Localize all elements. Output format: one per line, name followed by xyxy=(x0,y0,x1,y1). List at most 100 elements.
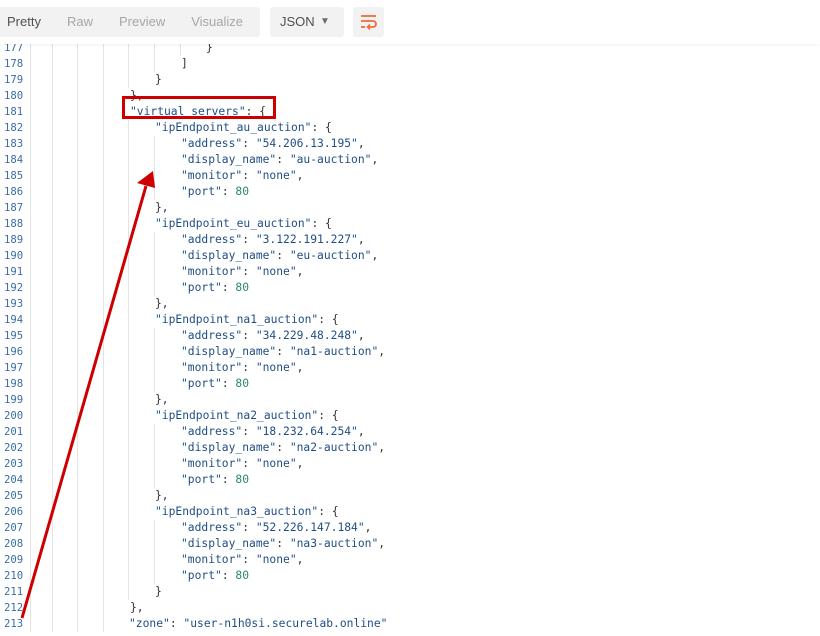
json-punct: } xyxy=(206,44,213,54)
json-punct: , xyxy=(357,233,365,246)
indent-guide xyxy=(128,44,129,56)
json-string: "eu-auction" xyxy=(289,249,372,262)
indent-guide xyxy=(30,392,31,408)
indent-guide xyxy=(52,296,53,312)
line-number: 182 xyxy=(4,122,24,134)
indent-guide xyxy=(103,280,104,296)
json-punct: , xyxy=(296,361,304,374)
code-line: 203 "monitor": "none", xyxy=(0,456,820,472)
json-punct: : xyxy=(221,281,236,294)
json-key: "port" xyxy=(181,377,222,390)
code-text: "port": 80 xyxy=(181,568,249,584)
indent-guide xyxy=(52,408,53,424)
indent-guide xyxy=(128,504,129,520)
json-punct: , xyxy=(296,553,304,566)
indent-guide xyxy=(128,184,129,200)
json-key: "port" xyxy=(181,473,222,486)
indent-guide xyxy=(52,472,53,488)
indent-guide xyxy=(77,312,78,328)
wrap-lines-button[interactable] xyxy=(353,7,384,37)
code-line: 212}, xyxy=(0,600,820,616)
code-text: "display_name": "na1-auction", xyxy=(181,344,385,360)
line-number: 183 xyxy=(4,138,24,150)
indent-guide xyxy=(103,232,104,248)
indent-guide xyxy=(52,392,53,408)
indent-guide xyxy=(30,296,31,312)
code-line: 191 "monitor": "none", xyxy=(0,264,820,280)
json-punct: : xyxy=(242,361,256,374)
code-lines: 177} 178] 179} 180}, 181 "virtual_servers": {… xyxy=(0,44,820,632)
indent-guide xyxy=(77,360,78,376)
indent-guide xyxy=(77,456,78,472)
line-number: 196 xyxy=(4,346,24,358)
highlight-box xyxy=(122,96,276,119)
indent-guide xyxy=(103,472,104,488)
json-punct: }, xyxy=(155,297,169,310)
wrap-lines-icon xyxy=(361,15,377,30)
json-string: "none" xyxy=(255,265,297,278)
indent-guide xyxy=(52,264,53,280)
indent-guide xyxy=(154,152,155,168)
indent-guide xyxy=(154,520,155,536)
indent-guide xyxy=(77,536,78,552)
json-punct: : xyxy=(242,169,256,182)
indent-guide xyxy=(77,280,78,296)
indent-guide xyxy=(103,392,104,408)
indent-guide xyxy=(154,184,155,200)
indent-guide xyxy=(128,232,129,248)
indent-guide xyxy=(128,216,129,232)
code-text: "ipEndpoint_na3_auction": { xyxy=(155,504,339,520)
indent-guide xyxy=(52,424,53,440)
indent-guide xyxy=(30,488,31,504)
indent-guide xyxy=(30,88,31,104)
tab-visualize[interactable]: Visualize xyxy=(178,7,256,37)
json-punct: , xyxy=(357,425,365,438)
indent-guide xyxy=(103,44,104,56)
tab-raw[interactable]: Raw xyxy=(54,7,106,37)
chevron-down-icon: ▼ xyxy=(320,16,330,27)
indent-guide xyxy=(103,248,104,264)
indent-guide xyxy=(52,360,53,376)
indent-guide xyxy=(103,152,104,168)
indent-guide xyxy=(180,44,181,56)
json-key: "monitor" xyxy=(181,361,243,374)
indent-guide xyxy=(77,120,78,136)
format-select[interactable]: JSON ▼ xyxy=(270,7,344,37)
indent-guide xyxy=(77,504,78,520)
json-punct: : xyxy=(242,425,256,438)
tab-preview[interactable]: Preview xyxy=(106,7,178,37)
indent-guide xyxy=(30,360,31,376)
line-number: 205 xyxy=(4,490,24,502)
code-line: 205}, xyxy=(0,488,820,504)
indent-guide xyxy=(52,488,53,504)
indent-guide xyxy=(77,440,78,456)
indent-guide xyxy=(103,184,104,200)
json-punct: : xyxy=(169,617,184,630)
indent-guide xyxy=(154,44,155,56)
line-number: 211 xyxy=(4,586,24,598)
indent-guide xyxy=(103,264,104,280)
tab-pretty[interactable]: Pretty xyxy=(0,7,54,37)
code-text: "address": "54.206.13.195", xyxy=(181,136,365,152)
json-string: "none" xyxy=(255,553,297,566)
json-number: 80 xyxy=(235,569,250,582)
line-number: 199 xyxy=(4,394,24,406)
indent-guide xyxy=(30,344,31,360)
indent-guide xyxy=(154,168,155,184)
indent-guide xyxy=(128,168,129,184)
line-number: 193 xyxy=(4,298,24,310)
code-line: 189 "address": "3.122.191.227", xyxy=(0,232,820,248)
indent-guide xyxy=(154,360,155,376)
indent-guide xyxy=(103,200,104,216)
response-body-viewer[interactable]: 177} 178] 179} 180}, 181 "virtual_servers": {… xyxy=(0,44,820,636)
format-select-value: JSON xyxy=(280,14,315,29)
indent-guide xyxy=(103,312,104,328)
code-line: 206 "ipEndpoint_na3_auction": { xyxy=(0,504,820,520)
indent-guide xyxy=(30,200,31,216)
indent-guide xyxy=(52,104,53,120)
line-number: 192 xyxy=(4,282,24,294)
indent-guide xyxy=(77,264,78,280)
json-punct: : xyxy=(221,377,236,390)
code-line: 194 "ipEndpoint_na1_auction": { xyxy=(0,312,820,328)
json-key: "address" xyxy=(181,425,243,438)
